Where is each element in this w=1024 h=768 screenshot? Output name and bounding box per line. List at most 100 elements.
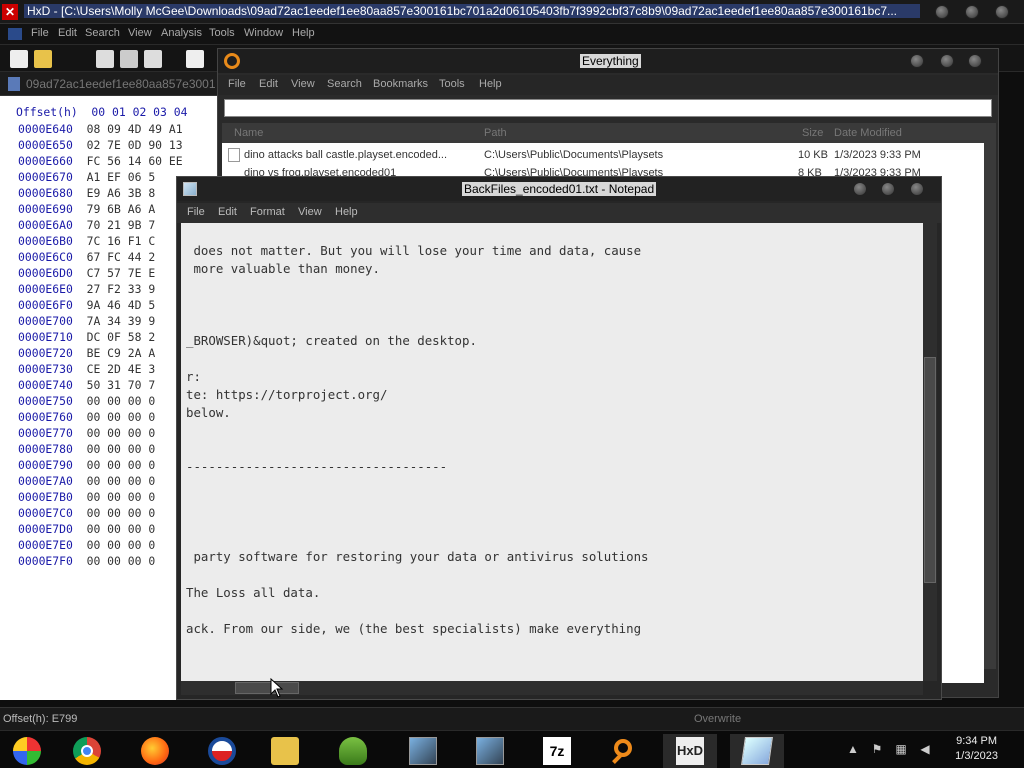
hex-row[interactable]: 0000E6C0 67 FC 44 2 bbox=[18, 250, 155, 266]
np-menu-file[interactable]: File bbox=[187, 206, 205, 218]
hex-offset: 0000E650 bbox=[18, 138, 73, 152]
hex-row[interactable]: 0000E780 00 00 00 0 bbox=[18, 442, 155, 458]
hex-row[interactable]: 0000E6D0 C7 57 7E E bbox=[18, 266, 155, 282]
flag-icon[interactable]: ⚑ bbox=[870, 742, 884, 756]
result-size: 10 KB bbox=[798, 149, 828, 161]
hex-row[interactable]: 0000E7C0 00 00 00 0 bbox=[18, 506, 155, 522]
np-menu-format[interactable]: Format bbox=[250, 206, 285, 218]
taskbar-obama-logo[interactable] bbox=[195, 734, 249, 768]
notepad-close-button[interactable] bbox=[910, 182, 924, 196]
hxd-close-button[interactable] bbox=[995, 5, 1009, 19]
notepad-window[interactable]: BackFiles_encoded01.txt - Notepad File E… bbox=[176, 176, 942, 700]
hxd-menu-analysis[interactable]: Analysis bbox=[161, 27, 202, 39]
notepad-horizontal-thumb[interactable] bbox=[235, 682, 299, 694]
hex-row[interactable]: 0000E730 CE 2D 4E 3 bbox=[18, 362, 155, 378]
everything-close-button[interactable] bbox=[968, 54, 982, 68]
taskbar-installer-2[interactable] bbox=[463, 734, 517, 768]
hex-row[interactable]: 0000E750 00 00 00 0 bbox=[18, 394, 155, 410]
hex-row[interactable]: 0000E790 00 00 00 0 bbox=[18, 458, 155, 474]
np-menu-edit[interactable]: Edit bbox=[218, 206, 237, 218]
taskbar-chrome[interactable] bbox=[60, 734, 114, 768]
save-icon[interactable] bbox=[96, 50, 114, 68]
save-all-icon[interactable] bbox=[120, 50, 138, 68]
taskbar-windows-media-center[interactable] bbox=[0, 734, 54, 768]
taskbar-notepad[interactable] bbox=[730, 734, 784, 768]
hex-row[interactable]: 0000E720 BE C9 2A A bbox=[18, 346, 155, 362]
ev-menu-tools[interactable]: Tools bbox=[439, 78, 465, 90]
col-size[interactable]: Size bbox=[802, 127, 823, 139]
hex-row[interactable]: 0000E760 00 00 00 0 bbox=[18, 410, 155, 426]
notepad-text-area[interactable]: does not matter. But you will lose your … bbox=[181, 223, 923, 681]
new-file-icon[interactable] bbox=[10, 50, 28, 68]
hxd-titlebar[interactable]: ✕ HxD - [C:\Users\Molly McGee\Downloads\… bbox=[0, 0, 1024, 24]
open-folder-icon[interactable] bbox=[34, 50, 52, 68]
taskbar-installer-1[interactable] bbox=[396, 734, 450, 768]
np-menu-view[interactable]: View bbox=[298, 206, 322, 218]
notepad-vertical-scrollbar[interactable] bbox=[923, 223, 937, 681]
taskbar-hxd[interactable]: HxD bbox=[663, 734, 717, 768]
hex-row[interactable]: 0000E710 DC 0F 58 2 bbox=[18, 330, 155, 346]
col-path[interactable]: Path bbox=[484, 127, 507, 139]
ev-menu-search[interactable]: Search bbox=[327, 78, 362, 90]
everything-search-input[interactable] bbox=[224, 99, 992, 117]
hxd-menu-help[interactable]: Help bbox=[292, 27, 315, 39]
notepad-vertical-thumb[interactable] bbox=[924, 357, 936, 583]
everything-minimize-button[interactable] bbox=[910, 54, 924, 68]
everything-maximize-button[interactable] bbox=[940, 54, 954, 68]
hex-row[interactable]: 0000E690 79 6B A6 A bbox=[18, 202, 155, 218]
hxd-menu-search[interactable]: Search bbox=[85, 27, 120, 39]
hex-row[interactable]: 0000E650 02 7E 0D 90 13 bbox=[18, 138, 183, 154]
col-date[interactable]: Date Modified bbox=[834, 127, 902, 139]
taskbar-file-explorer[interactable] bbox=[258, 734, 312, 768]
hex-row[interactable]: 0000E7B0 00 00 00 0 bbox=[18, 490, 155, 506]
hex-row[interactable]: 0000E640 08 09 4D 49 A1 bbox=[18, 122, 183, 138]
taskbar-network-users[interactable] bbox=[326, 734, 380, 768]
result-row[interactable]: dino attacks ball castle.playset.encoded… bbox=[222, 146, 984, 164]
ev-menu-file[interactable]: File bbox=[228, 78, 246, 90]
notepad-minimize-button[interactable] bbox=[853, 182, 867, 196]
hex-row[interactable]: 0000E700 7A 34 39 9 bbox=[18, 314, 155, 330]
hex-row[interactable]: 0000E6B0 7C 16 F1 C bbox=[18, 234, 155, 250]
print-icon[interactable] bbox=[144, 50, 162, 68]
show-hidden-icons-icon[interactable]: ▲ bbox=[846, 742, 860, 756]
ev-menu-help[interactable]: Help bbox=[479, 78, 502, 90]
notepad-horizontal-scrollbar[interactable] bbox=[181, 681, 923, 695]
col-name[interactable]: Name bbox=[234, 127, 263, 139]
system-clock[interactable]: 9:34 PM 1/3/2023 bbox=[955, 734, 998, 764]
hex-offset: 0000E6C0 bbox=[18, 250, 73, 264]
hxd-menu-edit[interactable]: Edit bbox=[58, 27, 77, 39]
taskbar-7zip[interactable]: 7z bbox=[530, 734, 584, 768]
hex-row[interactable]: 0000E7E0 00 00 00 0 bbox=[18, 538, 155, 554]
hxd-menu-view[interactable]: View bbox=[128, 27, 152, 39]
hex-row[interactable]: 0000E7D0 00 00 00 0 bbox=[18, 522, 155, 538]
hex-row[interactable]: 0000E7A0 00 00 00 0 bbox=[18, 474, 155, 490]
hex-row[interactable]: 0000E770 00 00 00 0 bbox=[18, 426, 155, 442]
hex-row[interactable]: 0000E660 FC 56 14 60 EE bbox=[18, 154, 183, 170]
volume-icon[interactable]: ◀ bbox=[918, 742, 932, 756]
hxd-menu-window[interactable]: Window bbox=[244, 27, 283, 39]
hex-row[interactable]: 0000E6F0 9A 46 4D 5 bbox=[18, 298, 155, 314]
taskbar-everything[interactable] bbox=[597, 734, 651, 768]
network-icon[interactable]: ▦ bbox=[894, 742, 908, 756]
hxd-maximize-button[interactable] bbox=[965, 5, 979, 19]
hex-row[interactable]: 0000E7F0 00 00 00 0 bbox=[18, 554, 155, 570]
hex-row[interactable]: 0000E670 A1 EF 06 5 bbox=[18, 170, 155, 186]
notepad-titlebar[interactable]: BackFiles_encoded01.txt - Notepad bbox=[177, 177, 941, 201]
ev-menu-edit[interactable]: Edit bbox=[259, 78, 278, 90]
taskbar-firefox[interactable] bbox=[128, 734, 182, 768]
hxd-menu-tools[interactable]: Tools bbox=[209, 27, 235, 39]
notepad-maximize-button[interactable] bbox=[881, 182, 895, 196]
hxd-minimize-button[interactable] bbox=[935, 5, 949, 19]
hxd-file-tab[interactable]: 09ad72ac1eedef1ee80aa857e3001 bbox=[0, 72, 220, 96]
ev-menu-view[interactable]: View bbox=[291, 78, 315, 90]
window-icon[interactable] bbox=[186, 50, 204, 68]
hxd-menu-file[interactable]: File bbox=[31, 27, 49, 39]
everything-titlebar[interactable]: Everything bbox=[218, 49, 998, 73]
hex-row[interactable]: 0000E6E0 27 F2 33 9 bbox=[18, 282, 155, 298]
hex-row[interactable]: 0000E6A0 70 21 9B 7 bbox=[18, 218, 155, 234]
np-menu-help[interactable]: Help bbox=[335, 206, 358, 218]
everything-vertical-scrollbar[interactable] bbox=[984, 123, 996, 669]
hex-row[interactable]: 0000E680 E9 A6 3B 8 bbox=[18, 186, 155, 202]
hex-row[interactable]: 0000E740 50 31 70 7 bbox=[18, 378, 155, 394]
ev-menu-bookmarks[interactable]: Bookmarks bbox=[373, 78, 428, 90]
